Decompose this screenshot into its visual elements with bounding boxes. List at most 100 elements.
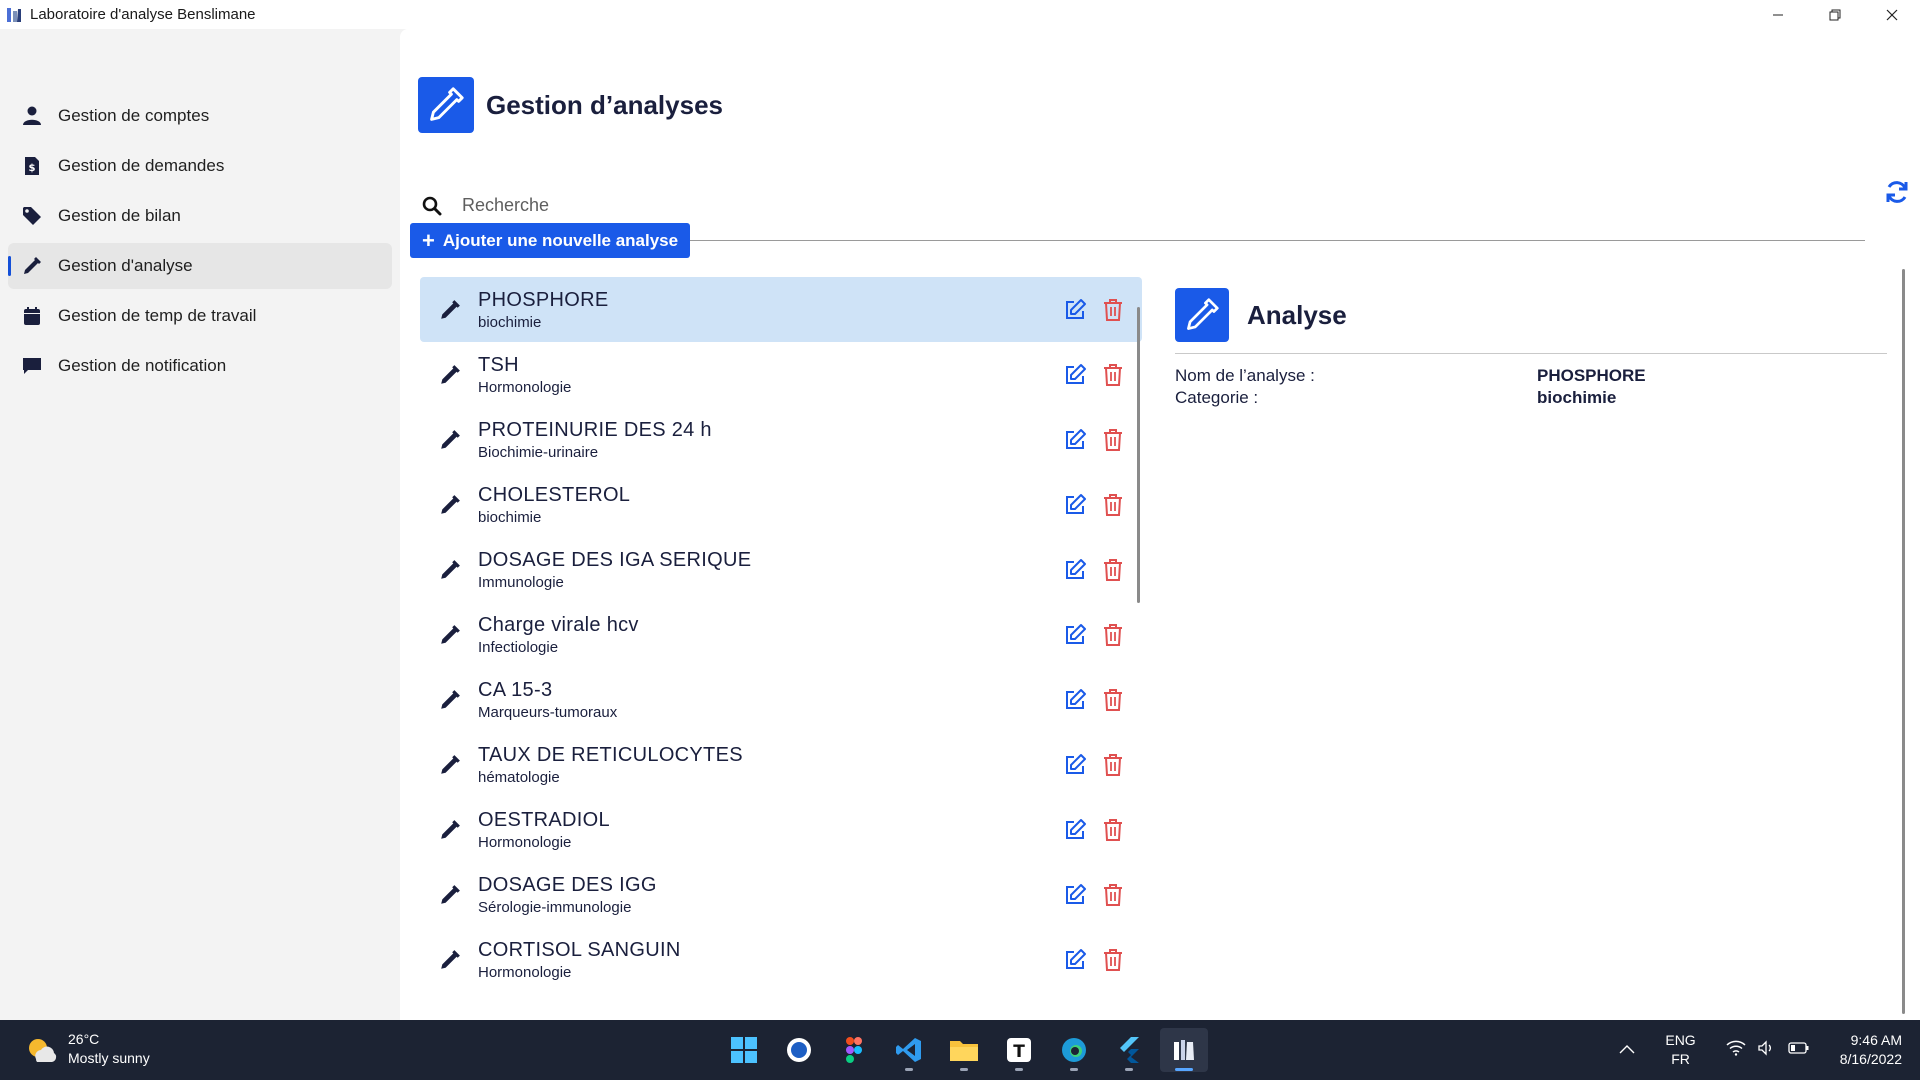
analysis-name: CHOLESTEROL [478, 483, 631, 506]
delete-icon[interactable] [1100, 362, 1126, 388]
edit-icon[interactable] [1062, 687, 1088, 713]
search-icon [420, 196, 444, 216]
delete-icon[interactable] [1100, 297, 1126, 323]
edit-icon[interactable] [1062, 297, 1088, 323]
list-item[interactable]: PROTEINURIE DES 24 h Biochimie-urinaire [420, 407, 1142, 472]
chevron-up-icon[interactable] [1619, 1041, 1635, 1059]
analysis-name: TSH [478, 353, 519, 376]
close-icon [1886, 9, 1897, 20]
taskbar-app-file-explorer[interactable] [940, 1028, 988, 1072]
vscode-icon [896, 1038, 921, 1062]
list-scrollbar[interactable] [1137, 307, 1140, 603]
sidebar-item-notification[interactable]: Gestion de notification [8, 343, 392, 389]
taskbar-app-figma[interactable] [830, 1028, 878, 1072]
sidebar-item-bilan[interactable]: Gestion de bilan [8, 193, 392, 239]
main-scrollbar[interactable] [1902, 269, 1905, 1014]
invoice-icon: $ [20, 154, 44, 178]
list-item[interactable]: TAUX DE RETICULOCYTES hématologie [420, 732, 1142, 797]
edit-icon[interactable] [1062, 492, 1088, 518]
list-item[interactable]: DOSAGE DES IGA SERIQUE Immunologie [420, 537, 1142, 602]
delete-icon[interactable] [1100, 817, 1126, 843]
delete-icon[interactable] [1100, 947, 1126, 973]
delete-icon[interactable] [1100, 622, 1126, 648]
detail-title: Analyse [1247, 299, 1347, 330]
analysis-category: Hormonologie [478, 378, 572, 396]
volume-icon[interactable] [1758, 1039, 1776, 1061]
refresh-icon [1886, 181, 1908, 203]
delete-icon[interactable] [1100, 687, 1126, 713]
edit-icon[interactable] [1062, 947, 1088, 973]
sidebar-item-demandes[interactable]: $ Gestion de demandes [8, 143, 392, 189]
edit-icon[interactable] [1062, 557, 1088, 583]
analysis-category: Hormonologie [478, 833, 572, 851]
sun-cloud-icon [29, 1039, 57, 1062]
delete-icon[interactable] [1100, 557, 1126, 583]
flutter-icon [1120, 1037, 1139, 1063]
language-indicator[interactable]: ENG FR [1665, 1031, 1695, 1069]
analysis-name: DOSAGE DES IGA SERIQUE [478, 548, 752, 571]
clock-date: 8/16/2022 [1839, 1051, 1902, 1067]
taskbar-app-typora[interactable]: T [995, 1028, 1043, 1072]
start-button[interactable] [720, 1028, 768, 1072]
edit-icon[interactable] [1062, 362, 1088, 388]
list-item[interactable]: TSH Hormonologie [420, 342, 1142, 407]
taskbar-app-edge[interactable] [1050, 1028, 1098, 1072]
pipette-icon [432, 689, 468, 711]
analysis-category: Immunologie [478, 573, 564, 591]
language-top: ENG [1665, 1032, 1696, 1048]
wifi-icon[interactable] [1726, 1040, 1746, 1061]
edit-icon[interactable] [1062, 752, 1088, 778]
list-item[interactable]: OESTRADIOL Hormonologie [420, 797, 1142, 862]
lab-app-icon [4, 5, 24, 25]
sidebar-item-label: Gestion de demandes [58, 156, 225, 175]
list-item[interactable]: Charge virale hcv Infectiologie [420, 602, 1142, 667]
taskbar: 26°C Mostly sunny T ENG FR 9:46 AM 8/16/… [0, 1020, 1920, 1080]
pipette-icon [432, 494, 468, 516]
taskbar-app-vscode[interactable] [885, 1028, 933, 1072]
sidebar-item-label: Gestion de notification [58, 356, 227, 375]
list-item[interactable]: DOSAGE DES IGG Sérologie-immunologie [420, 862, 1142, 927]
restore-button[interactable] [1806, 0, 1863, 29]
delete-icon[interactable] [1100, 492, 1126, 518]
add-analysis-label: Ajouter une nouvelle analyse [442, 230, 679, 250]
edit-icon[interactable] [1062, 817, 1088, 843]
analysis-name: PROTEINURIE DES 24 h [478, 418, 712, 441]
edit-icon[interactable] [1062, 622, 1088, 648]
minimize-button[interactable] [1749, 0, 1806, 29]
refresh-button[interactable] [1880, 175, 1914, 209]
pipette-icon [20, 254, 44, 278]
edit-icon[interactable] [1062, 427, 1088, 453]
analysis-category: Biochimie-urinaire [478, 443, 599, 461]
typora-icon: T [1007, 1038, 1031, 1062]
divider [1175, 353, 1887, 354]
pipette-icon [432, 429, 468, 451]
taskbar-app-dolphin[interactable] [775, 1028, 823, 1072]
window-title: Laboratoire d'analyse Benslimane [30, 6, 256, 23]
add-analysis-button[interactable]: + Ajouter une nouvelle analyse [410, 223, 691, 258]
file-explorer-icon [950, 1041, 978, 1061]
edit-icon[interactable] [1062, 882, 1088, 908]
delete-icon[interactable] [1100, 752, 1126, 778]
taskbar-app-laboratoire[interactable] [1160, 1028, 1208, 1072]
close-button[interactable] [1863, 0, 1920, 29]
delete-icon[interactable] [1100, 882, 1126, 908]
analysis-category: hématologie [478, 768, 560, 786]
list-item[interactable]: CA 15-3 Marqueurs-tumoraux [420, 667, 1142, 732]
weather-widget[interactable]: 26°C Mostly sunny [24, 1030, 150, 1068]
user-icon [20, 104, 44, 128]
sidebar-item-analyse[interactable]: Gestion d'analyse [8, 243, 392, 289]
list-item[interactable]: CORTISOL SANGUIN Hormonologie [420, 927, 1142, 992]
sidebar-item-comptes[interactable]: Gestion de comptes [8, 93, 392, 139]
search-input[interactable] [462, 195, 1762, 216]
battery-icon[interactable] [1788, 1041, 1810, 1060]
clock[interactable]: 9:46 AM 8/16/2022 [1840, 1031, 1902, 1069]
analysis-category: Sérologie-immunologie [478, 898, 632, 916]
taskbar-app-flutter[interactable] [1105, 1028, 1153, 1072]
list-item[interactable]: PHOSPHORE biochimie [420, 277, 1142, 342]
category-label: Categorie : [1175, 388, 1259, 407]
svg-text:T: T [1013, 1042, 1025, 1062]
sidebar-item-temp-travail[interactable]: Gestion de temp de travail [8, 293, 392, 339]
delete-icon[interactable] [1100, 427, 1126, 453]
list-item[interactable]: CHOLESTEROL biochimie [420, 472, 1142, 537]
taskbar-apps: T [720, 1028, 1208, 1072]
